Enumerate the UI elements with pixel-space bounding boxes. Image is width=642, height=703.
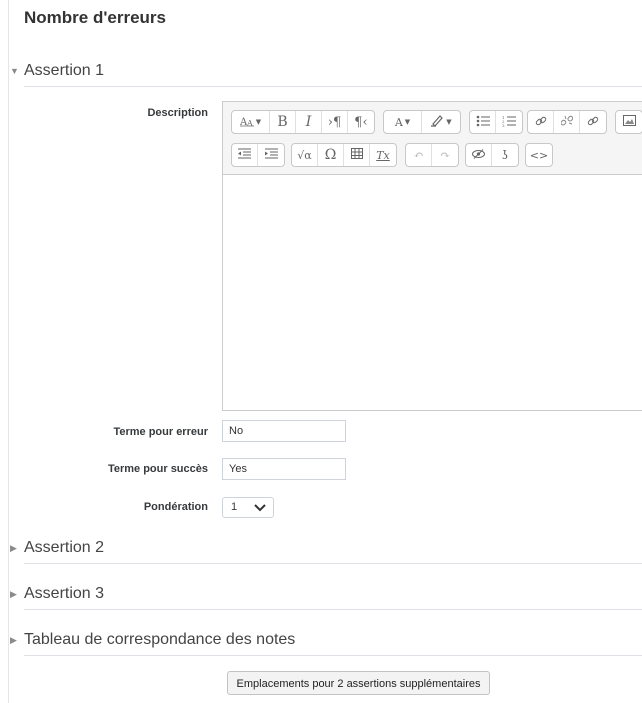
special-character-button[interactable]: Ω — [318, 144, 344, 166]
section-title[interactable]: Tableau de correspondance des notes — [24, 631, 295, 649]
manage-links-button[interactable] — [580, 111, 606, 133]
bold-button[interactable]: B — [270, 111, 296, 133]
toolbar-group-indent — [231, 143, 285, 167]
link-icon — [535, 115, 547, 130]
section-assertion-3: ▶ Assertion 3 — [8, 583, 642, 613]
outdent-icon — [238, 148, 251, 162]
highlighter-icon — [430, 114, 444, 130]
outdent-button[interactable] — [232, 144, 258, 166]
error-term-label: Terme pour erreur — [113, 426, 208, 438]
weight-value: 1 — [231, 501, 238, 513]
weight-select[interactable]: 1 — [222, 497, 274, 518]
section-divider — [24, 86, 642, 87]
code-icon: <> — [529, 148, 549, 162]
html-source-button[interactable]: <> — [526, 144, 552, 166]
svg-text:3: 3 — [502, 123, 505, 127]
insert-image-button[interactable] — [616, 111, 642, 133]
highlight-button[interactable]: ▼ — [422, 111, 460, 133]
font-size-icon: AA — [239, 115, 254, 130]
rtl-paragraph-button[interactable]: ¶‹ — [348, 111, 374, 133]
toolbar-group-text: A A ▼ B I ›¶ ¶‹ — [231, 110, 375, 134]
success-term-input[interactable] — [222, 458, 346, 480]
success-term-label: Terme pour succès — [107, 463, 208, 475]
toolbar-group-accessibility: ʖ — [465, 143, 519, 167]
collapsed-caret-icon[interactable]: ▶ — [10, 635, 17, 646]
error-term-input[interactable] — [222, 420, 346, 442]
chevron-down-icon: ▼ — [446, 118, 452, 126]
numbered-list-icon: 123 — [502, 115, 516, 130]
link-check-icon — [587, 115, 599, 130]
undo-button[interactable]: ↶ — [406, 144, 432, 166]
font-color-button[interactable]: A ▼ — [384, 111, 422, 133]
chevron-down-icon: ▼ — [255, 118, 262, 126]
toolbar-group-media — [615, 110, 642, 134]
image-icon — [622, 115, 636, 129]
paragraph-rtl-icon: ¶‹ — [354, 114, 368, 130]
section-divider — [24, 655, 642, 656]
section-divider — [24, 563, 642, 564]
link-button[interactable] — [528, 111, 554, 133]
editor-toolbar: A A ▼ B I ›¶ ¶‹ A ▼ ▼ 123 √α Ω Tx ↶ ↷ ʖ … — [223, 102, 642, 175]
toolbar-group-history: ↶ ↷ — [405, 143, 459, 167]
toolbar-group-insert: √α Ω Tx — [291, 143, 397, 167]
screenreader-helper-button[interactable]: ʖ — [492, 144, 518, 166]
section-assertion-2: ▶ Assertion 2 — [8, 537, 642, 567]
section-title[interactable]: Assertion 2 — [24, 539, 104, 557]
accessibility-checker-button[interactable] — [466, 144, 492, 166]
unlink-button[interactable] — [554, 111, 580, 133]
section-assertion-1: ▼ Assertion 1 — [8, 60, 642, 90]
weight-label: Pondération — [143, 501, 208, 513]
section-title[interactable]: Assertion 1 — [24, 62, 104, 80]
table-icon — [350, 148, 363, 162]
italic-button[interactable]: I — [296, 111, 322, 133]
section-divider — [24, 609, 642, 610]
toolbar-group-html: <> — [525, 143, 553, 167]
description-label: Description — [147, 107, 208, 119]
editor-content-area[interactable] — [223, 174, 642, 410]
section-title[interactable]: Assertion 3 — [24, 585, 104, 603]
chevron-down-icon: ▼ — [404, 118, 411, 126]
toolbar-group-links — [527, 110, 607, 134]
collapsed-caret-icon[interactable]: ▶ — [10, 589, 17, 600]
bullet-list-button[interactable] — [470, 111, 496, 133]
bullet-list-icon — [476, 115, 490, 130]
add-assertions-button[interactable]: Emplacements pour 2 assertions supplémen… — [227, 671, 490, 695]
paragraph-ltr-icon: ›¶ — [327, 114, 342, 130]
eye-slash-icon — [472, 148, 485, 162]
description-editor: A A ▼ B I ›¶ ¶‹ A ▼ ▼ 123 √α Ω Tx ↶ ↷ ʖ … — [222, 101, 642, 411]
indent-button[interactable] — [258, 144, 284, 166]
ltr-paragraph-button[interactable]: ›¶ — [322, 111, 348, 133]
square-root-icon: √α — [297, 148, 312, 162]
toolbar-group-color: A ▼ ▼ — [383, 110, 461, 134]
undo-icon: ↶ — [413, 148, 424, 162]
indent-icon — [264, 148, 278, 162]
font-color-label: A — [394, 115, 403, 129]
ear-icon: ʖ — [501, 148, 509, 162]
redo-button[interactable]: ↷ — [432, 144, 458, 166]
unlink-icon — [560, 115, 573, 130]
font-size-button[interactable]: A A ▼ — [232, 111, 270, 133]
numbered-list-button[interactable]: 123 — [496, 111, 522, 133]
table-button[interactable] — [344, 144, 370, 166]
expanded-caret-icon[interactable]: ▼ — [10, 66, 19, 76]
chevron-down-icon — [254, 504, 266, 512]
equation-button[interactable]: √α — [292, 144, 318, 166]
clear-formatting-button[interactable]: Tx — [370, 144, 396, 166]
section-grade-table: ▶ Tableau de correspondance des notes — [8, 629, 642, 659]
collapsed-caret-icon[interactable]: ▶ — [10, 543, 17, 554]
toolbar-group-lists: 123 — [469, 110, 523, 134]
redo-icon: ↷ — [439, 148, 451, 162]
page-title: Nombre d'erreurs — [24, 8, 166, 27]
